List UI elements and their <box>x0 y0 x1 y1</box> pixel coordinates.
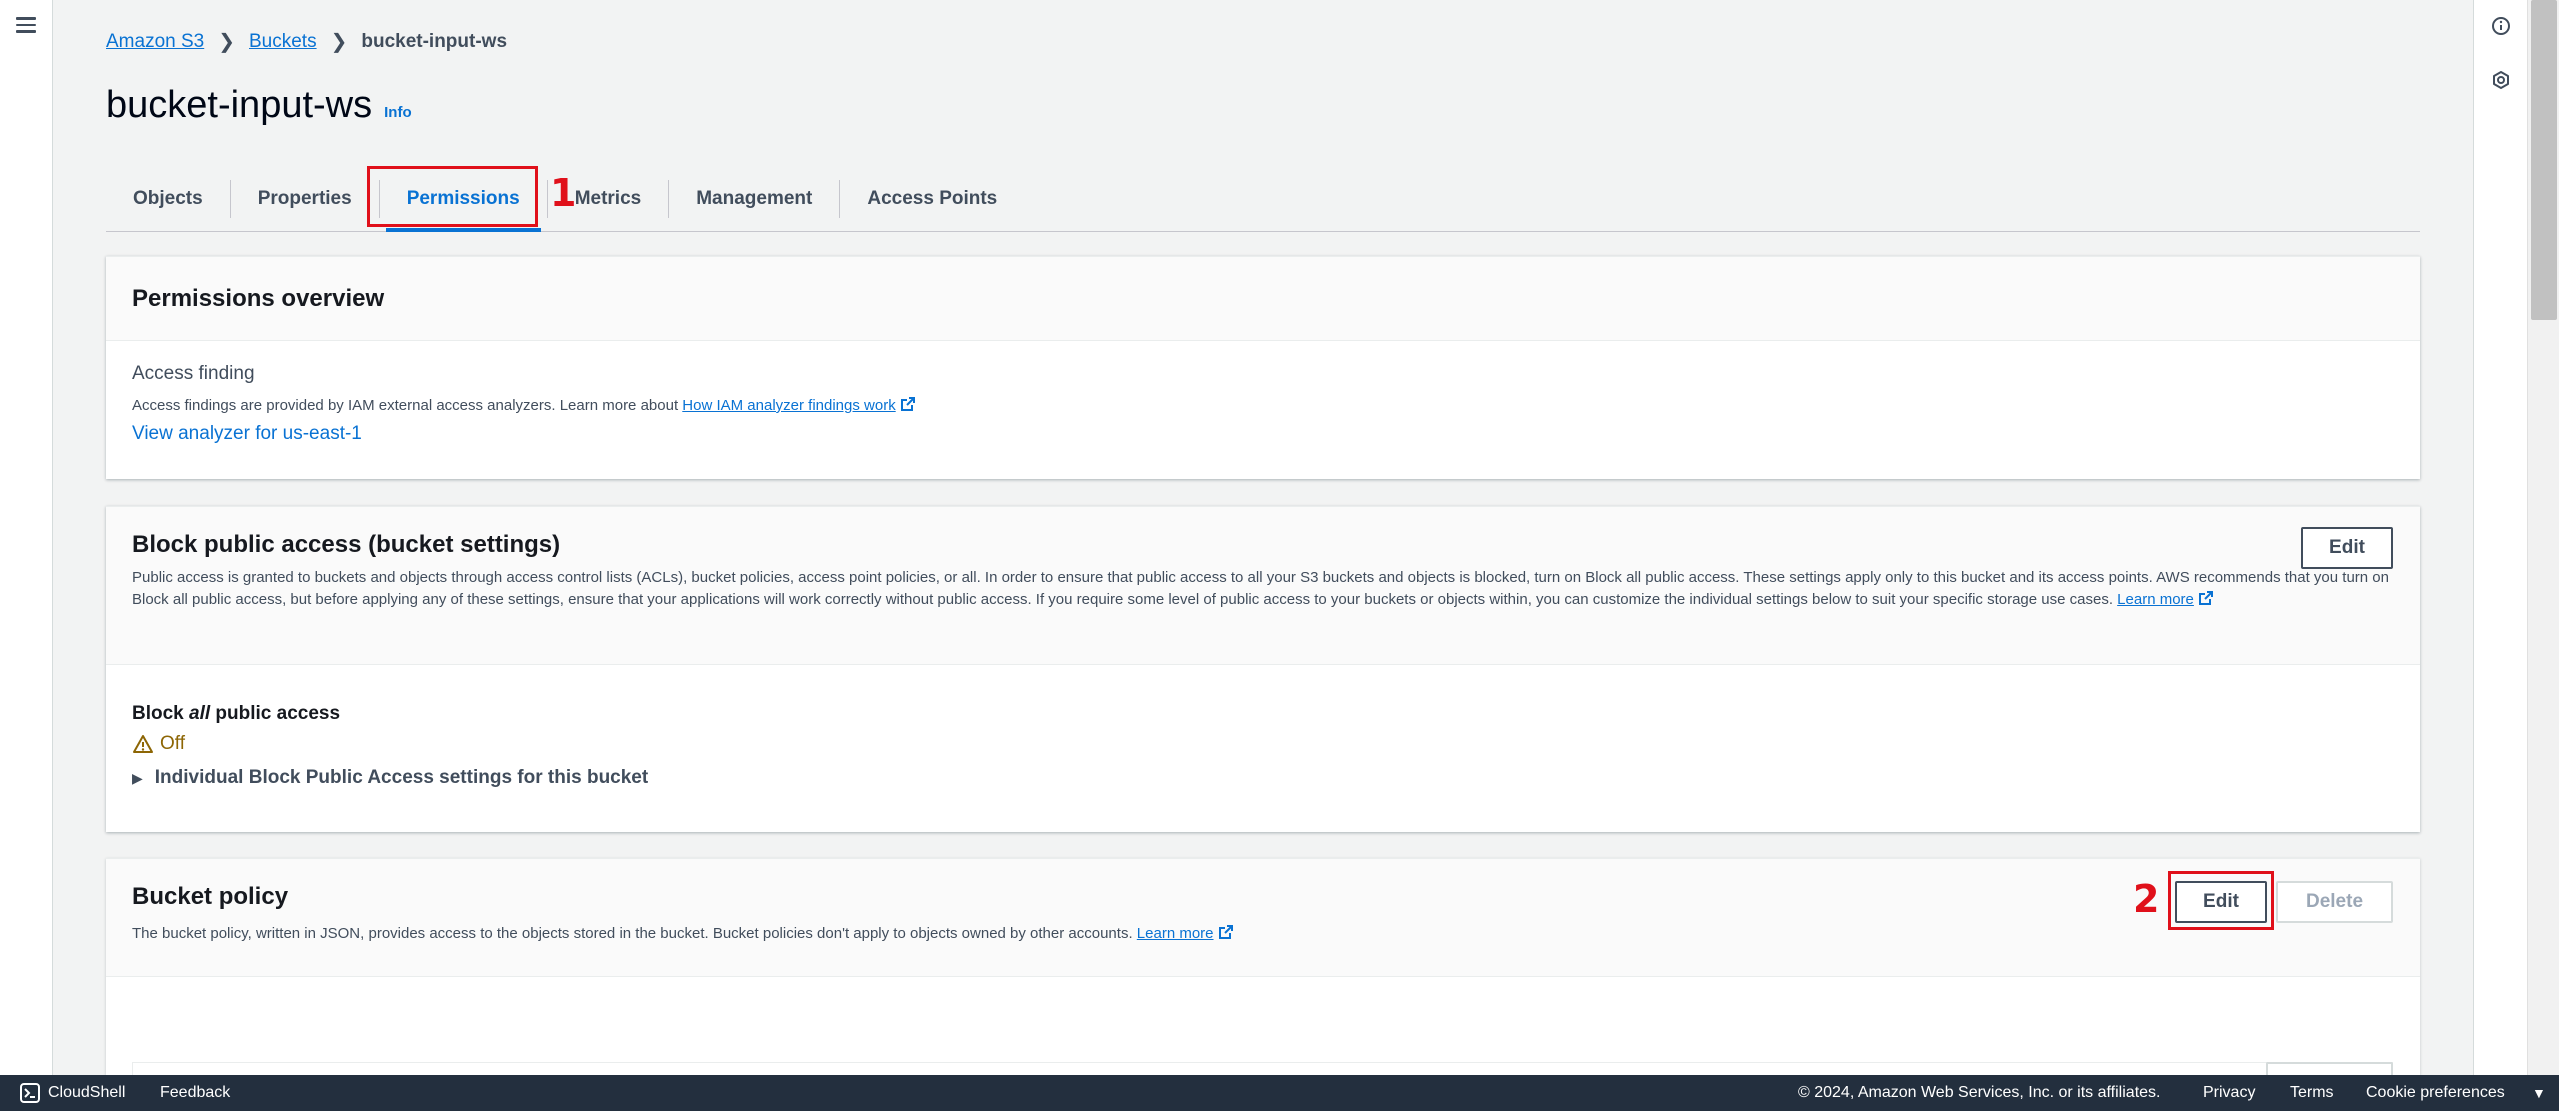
info-circle-icon[interactable] <box>2491 16 2511 36</box>
permissions-overview-header: Permissions overview <box>106 257 2420 341</box>
block-public-access-learn-more-link[interactable]: Learn more <box>2117 591 2214 608</box>
tab-access-points[interactable]: Access Points <box>840 180 1024 218</box>
access-finding-description: Access findings are provided by IAM exte… <box>132 395 2394 417</box>
external-link-icon <box>2198 591 2213 605</box>
annotation-step-1: 1 <box>550 171 577 215</box>
tab-objects[interactable]: Objects <box>106 179 231 218</box>
block-all-status: Off <box>132 733 2394 755</box>
breadcrumb-amazon-s3[interactable]: Amazon S3 <box>106 31 204 53</box>
edit-button-highlight <box>2168 871 2274 930</box>
block-public-access-learn-more-label: Learn more <box>2117 591 2194 608</box>
block-all-public-access-label: Block all public access <box>132 703 2394 725</box>
block-public-access-header: Block public access (bucket settings) Ed… <box>106 507 2420 665</box>
individual-settings-expander[interactable]: ▶ Individual Block Public Access setting… <box>132 767 2394 789</box>
page-header: bucket-input-ws Info <box>106 84 412 127</box>
caret-right-icon: ▶ <box>132 769 143 786</box>
external-link-icon <box>1218 925 1233 939</box>
cookie-preferences-link[interactable]: Cookie preferences <box>2366 1075 2505 1111</box>
scrollbar-thumb[interactable] <box>2531 0 2557 320</box>
individual-settings-label: Individual Block Public Access settings … <box>154 767 649 788</box>
cloudshell-label: CloudShell <box>48 1084 126 1101</box>
copyright-text: © 2024, Amazon Web Services, Inc. or its… <box>1798 1084 2161 1101</box>
bucket-policy-learn-more-label: Learn more <box>1136 925 1214 942</box>
cloudshell-button[interactable]: CloudShell <box>20 1075 125 1111</box>
block-public-access-description: Public access is granted to buckets and … <box>132 567 2402 611</box>
tab-properties[interactable]: Properties <box>231 179 380 218</box>
caret-down-icon[interactable]: ▼ <box>2532 1075 2546 1111</box>
console-footer: CloudShell Feedback © 2024, Amazon Web S… <box>0 1075 2559 1111</box>
menu-icon[interactable] <box>16 17 36 33</box>
breadcrumb-buckets[interactable]: Buckets <box>249 31 317 53</box>
left-navigation-rail <box>0 0 53 1075</box>
block-all-suffix: public access <box>210 703 341 724</box>
feedback-link[interactable]: Feedback <box>160 1075 230 1111</box>
annotation-step-2: 2 <box>2133 877 2160 921</box>
bucket-policy-panel: Bucket policy The bucket policy, written… <box>106 858 2420 1092</box>
block-public-access-panel: Block public access (bucket settings) Ed… <box>106 506 2420 832</box>
permissions-overview-panel: Permissions overview Access finding Acce… <box>106 256 2420 479</box>
block-public-access-title: Block public access (bucket settings) <box>132 531 561 558</box>
bucket-policy-header: Bucket policy The bucket policy, written… <box>106 859 2420 977</box>
privacy-link[interactable]: Privacy <box>2203 1075 2255 1111</box>
vertical-scrollbar[interactable] <box>2527 0 2559 1075</box>
bucket-policy-title: Bucket policy <box>132 883 289 910</box>
settings-hexagon-icon[interactable] <box>2491 70 2511 90</box>
terms-link[interactable]: Terms <box>2290 1075 2334 1111</box>
page-title: bucket-input-ws <box>106 84 373 126</box>
permissions-overview-body: Access finding Access findings are provi… <box>106 341 2420 445</box>
breadcrumb-current: bucket-input-ws <box>361 30 508 52</box>
bucket-policy-learn-more-link[interactable]: Learn more <box>1137 925 1234 942</box>
block-public-access-edit-button[interactable]: Edit <box>2301 527 2393 569</box>
block-all-emphasis: all <box>189 703 211 724</box>
access-finding-text: Access findings are provided by IAM exte… <box>132 397 679 414</box>
right-utility-rail <box>2473 0 2527 1075</box>
block-public-access-body: Block all public access Off ▶ Individual… <box>106 665 2420 789</box>
bucket-policy-text: The bucket policy, written in JSON, prov… <box>132 925 1133 942</box>
bucket-policy-description: The bucket policy, written in JSON, prov… <box>132 923 2394 945</box>
external-link-icon <box>900 397 915 411</box>
iam-analyzer-findings-link-label: How IAM analyzer findings work <box>682 397 896 414</box>
warning-icon <box>133 735 153 753</box>
access-finding-label: Access finding <box>132 363 255 384</box>
bucket-policy-delete-button[interactable]: Delete <box>2276 881 2393 923</box>
block-all-prefix: Block <box>132 703 190 724</box>
info-link[interactable]: Info <box>384 104 412 121</box>
permissions-overview-title: Permissions overview <box>132 284 385 312</box>
permissions-tab-highlight <box>367 166 538 227</box>
breadcrumb: Amazon S3 ❯ Buckets ❯ bucket-input-ws <box>106 29 507 54</box>
terminal-icon <box>20 1083 40 1103</box>
block-public-access-text: Public access is granted to buckets and … <box>132 569 2389 608</box>
view-analyzer-link[interactable]: View analyzer for us-east-1 <box>132 423 362 444</box>
block-all-status-text: Off <box>160 733 185 754</box>
iam-analyzer-findings-link[interactable]: How IAM analyzer findings work <box>682 397 915 414</box>
tab-management[interactable]: Management <box>669 179 841 218</box>
chevron-right-icon: ❯ <box>330 31 348 53</box>
chevron-right-icon: ❯ <box>218 31 235 53</box>
